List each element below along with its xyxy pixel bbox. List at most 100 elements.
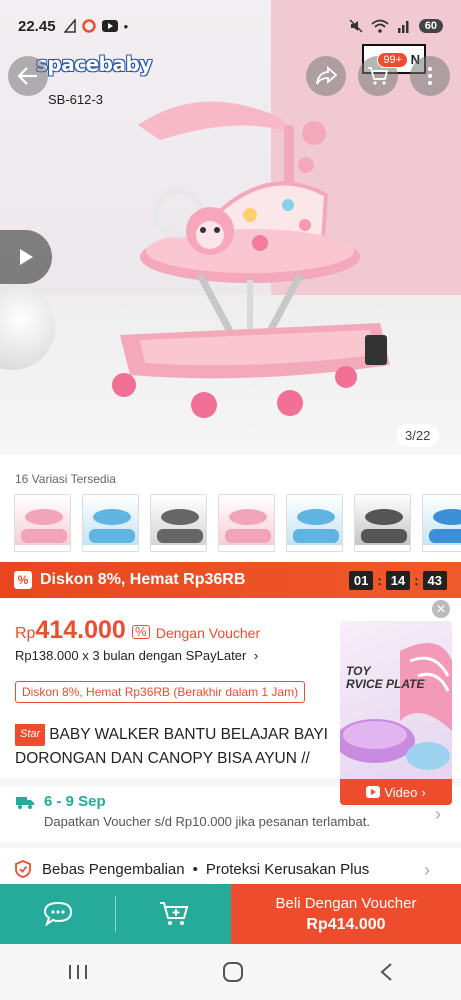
bottom-action-bar: Beli Dengan Voucher Rp414.000 [0, 884, 461, 944]
mute-icon [349, 19, 363, 33]
truck-icon [16, 796, 34, 809]
variants-label: 16 Variasi Tersedia [15, 472, 116, 486]
variant-seat [161, 509, 199, 525]
more-button[interactable] [410, 56, 450, 96]
youtube-icon [101, 20, 118, 32]
promo-tag: Diskon 8%, Hemat Rp36RB (Berakhir dalam … [15, 681, 306, 703]
chevron-right-icon: › [435, 804, 441, 824]
play-video-button[interactable] [0, 230, 52, 284]
status-right-icons: 60 [349, 19, 443, 33]
cell-signal-icon [397, 21, 409, 33]
floating-video-preview[interactable]: TOY RVICE PLATE Video › [340, 621, 452, 805]
timer-hours: 01 [348, 570, 374, 590]
variant-seat [93, 509, 131, 525]
brand-logo: spacebaby [36, 52, 152, 76]
more-icon [428, 67, 432, 85]
variant-thumbnail[interactable] [14, 494, 71, 552]
variant-thumbnail[interactable] [150, 494, 207, 552]
price-value: 414.000 [35, 616, 126, 644]
wifi-icon [371, 19, 389, 33]
shopee-notification-icon [81, 19, 96, 33]
cart-icon [368, 67, 389, 85]
variant-seat [25, 509, 63, 525]
variant-thumbnail[interactable] [354, 494, 411, 552]
cart-add-icon [159, 902, 188, 925]
buy-button-label: Beli Dengan Voucher [275, 894, 417, 912]
share-icon [316, 66, 337, 85]
arrow-left-icon [17, 67, 37, 85]
video-text-line2: RVICE PLATE [346, 677, 425, 691]
flash-sale-bar[interactable]: % Diskon 8%, Hemat Rp36RB 01 : 14 : 43 [0, 562, 461, 598]
video-overlay-text: TOY RVICE PLATE [346, 665, 424, 691]
variant-thumbnail[interactable] [422, 494, 461, 552]
product-title: Star BABY WALKER BANTU BELAJAR BAYI DORON… [15, 724, 345, 768]
variant-base [429, 529, 461, 543]
image-counter: 3/22 [396, 424, 440, 447]
chat-icon [43, 901, 72, 927]
chevron-right-icon: › [421, 784, 426, 800]
variant-caption [219, 545, 274, 551]
countdown-timer: 01 : 14 : 43 [348, 570, 447, 590]
variant-caption [287, 545, 342, 551]
share-button[interactable] [306, 56, 346, 96]
variant-seat [297, 509, 335, 525]
variant-caption [355, 545, 410, 551]
star-seller-badge: Star [15, 724, 46, 746]
voucher-icon: % [131, 624, 150, 639]
variant-base [21, 529, 67, 543]
installment-text: Rp138.000 x 3 bulan dengan SPayLater [15, 648, 247, 663]
variant-caption [151, 545, 206, 551]
price-row: Rp 414.000 % Dengan Voucher [15, 616, 260, 645]
variant-caption [83, 545, 138, 551]
variant-base [361, 529, 407, 543]
variant-thumbnail[interactable] [286, 494, 343, 552]
home-icon[interactable] [222, 961, 244, 983]
back-button[interactable] [8, 56, 48, 96]
cart-count-badge: 99+ [377, 52, 408, 68]
timer-seconds: 43 [422, 570, 447, 590]
signal-off-icon [63, 19, 76, 33]
cart-button[interactable]: 99+ [358, 52, 408, 96]
video-text-line1: TOY [346, 664, 371, 678]
product-title-text: BABY WALKER BANTU BELAJAR BAYI DORONGAN … [15, 726, 328, 767]
free-return-label: Bebas Pengembalian [42, 860, 185, 878]
recent-apps-icon[interactable] [67, 963, 89, 981]
play-icon [20, 249, 33, 265]
video-button[interactable]: Video › [340, 779, 452, 805]
add-to-cart-button[interactable] [116, 884, 231, 944]
variant-base [225, 529, 271, 543]
section-divider [0, 842, 461, 848]
variant-caption [15, 545, 70, 551]
video-button-label: Video [384, 784, 418, 800]
flash-sale-text: Diskon 8%, Hemat Rp36RB [40, 571, 246, 588]
buy-with-voucher-button[interactable]: Beli Dengan Voucher Rp414.000 [231, 884, 461, 944]
model-code: SB-612-3 [48, 92, 103, 107]
variant-thumbnail[interactable] [218, 494, 275, 552]
variant-seat [365, 509, 403, 525]
timer-minutes: 14 [385, 570, 411, 590]
chevron-right-icon: › [253, 648, 259, 663]
timer-separator: : [377, 572, 382, 588]
variant-base [157, 529, 203, 543]
close-video-button[interactable]: ✕ [432, 600, 450, 618]
back-nav-icon[interactable] [378, 962, 394, 982]
variant-seat [229, 509, 267, 525]
shield-icon [15, 860, 31, 878]
variant-base [293, 529, 339, 543]
variant-list [14, 494, 461, 552]
baby-walker-image [112, 101, 390, 418]
installment-info[interactable]: Rp138.000 x 3 bulan dengan SPayLater › [15, 648, 258, 663]
variant-thumbnail[interactable] [82, 494, 139, 552]
video-thumbnail [340, 643, 452, 770]
battery-icon: 60 [418, 19, 443, 33]
shipping-row[interactable]: 6 - 9 Sep [15, 793, 106, 810]
bullet-separator: • [192, 860, 198, 878]
chevron-right-icon: › [424, 860, 430, 880]
chat-button[interactable] [0, 884, 115, 944]
price-currency: Rp [15, 625, 36, 642]
voucher-label[interactable]: Dengan Voucher [156, 625, 260, 641]
status-notifications: ● [63, 19, 128, 33]
video-play-icon [366, 786, 381, 798]
protection-row[interactable]: Bebas Pengembalian • Proteksi Kerusakan … [15, 860, 369, 878]
shipping-note: Dapatkan Voucher s/d Rp10.000 jika pesan… [44, 814, 370, 829]
